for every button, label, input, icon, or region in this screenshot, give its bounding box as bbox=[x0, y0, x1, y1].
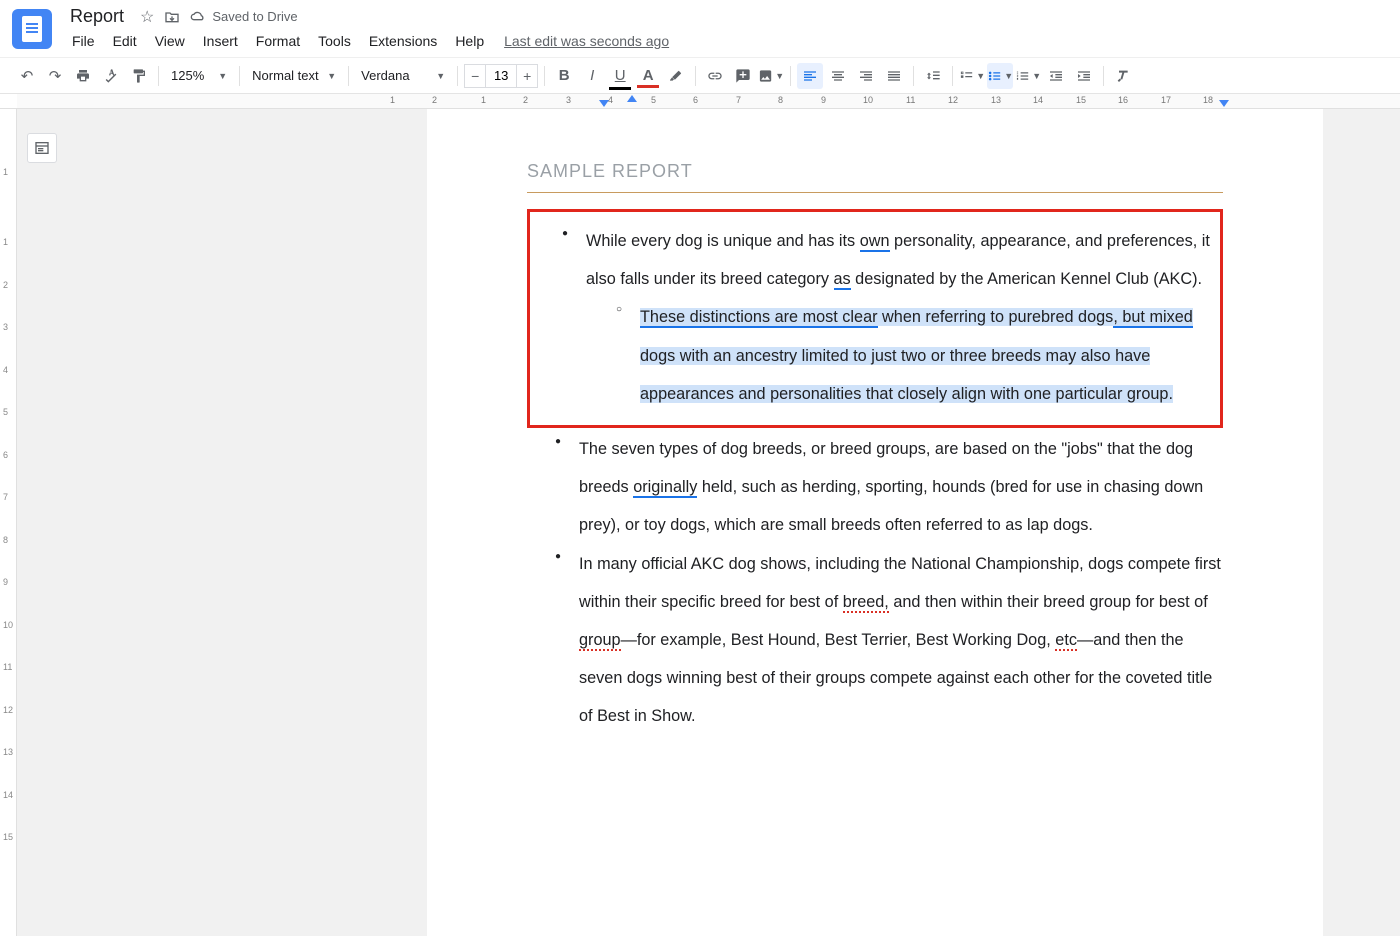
star-icon[interactable]: ☆ bbox=[140, 7, 154, 27]
right-indent-marker[interactable] bbox=[1219, 100, 1229, 107]
align-center-button[interactable] bbox=[825, 63, 851, 89]
last-edit-link[interactable]: Last edit was seconds ago bbox=[504, 33, 669, 49]
highlight-button[interactable] bbox=[663, 63, 689, 89]
vertical-ruler[interactable]: 1 1 2 3 4 5 6 7 8 9 10 11 12 13 14 15 bbox=[0, 109, 17, 936]
font-size-input[interactable] bbox=[486, 64, 516, 88]
style-select[interactable]: Normal text▼ bbox=[246, 68, 342, 83]
line-spacing-button[interactable] bbox=[920, 63, 946, 89]
menu-bar: File Edit View Insert Format Tools Exten… bbox=[64, 29, 669, 53]
spellcheck-button[interactable] bbox=[98, 63, 124, 89]
list-item[interactable]: While every dog is unique and has its ow… bbox=[562, 222, 1216, 413]
menu-tools[interactable]: Tools bbox=[310, 29, 359, 53]
workspace: 1 1 2 3 4 5 6 7 8 9 10 11 12 13 14 15 SA… bbox=[0, 109, 1400, 936]
align-justify-button[interactable] bbox=[881, 63, 907, 89]
indent-increase-button[interactable] bbox=[1071, 63, 1097, 89]
list-item[interactable]: These distinctions are most clear when r… bbox=[616, 298, 1216, 413]
toolbar: ↶ ↷ 125%▼ Normal text▼ Verdana▼ − + B I … bbox=[0, 58, 1400, 94]
docs-logo-icon[interactable] bbox=[12, 9, 52, 49]
menu-file[interactable]: File bbox=[64, 29, 103, 53]
heading-divider bbox=[527, 192, 1223, 193]
bulleted-list-button[interactable]: ▼ bbox=[987, 63, 1013, 89]
indent-decrease-button[interactable] bbox=[1043, 63, 1069, 89]
font-size-stepper: − + bbox=[464, 64, 538, 88]
zoom-select[interactable]: 125%▼ bbox=[165, 68, 233, 83]
undo-button[interactable]: ↶ bbox=[14, 63, 40, 89]
list-item[interactable]: The seven types of dog breeds, or breed … bbox=[555, 430, 1223, 545]
menu-extensions[interactable]: Extensions bbox=[361, 29, 445, 53]
cloud-saved-icon: Saved to Drive bbox=[190, 9, 297, 25]
menu-view[interactable]: View bbox=[147, 29, 193, 53]
clear-formatting-button[interactable] bbox=[1110, 63, 1136, 89]
saved-text: Saved to Drive bbox=[212, 9, 297, 24]
bold-button[interactable]: B bbox=[551, 63, 577, 89]
numbered-list-button[interactable]: ▼ bbox=[1015, 63, 1041, 89]
menu-format[interactable]: Format bbox=[248, 29, 308, 53]
horizontal-ruler[interactable]: 2 1 1 2 3 4 5 6 7 8 9 10 11 12 13 14 15 … bbox=[0, 94, 1400, 109]
document-page[interactable]: SAMPLE REPORT While every dog is unique … bbox=[427, 109, 1323, 936]
paint-format-button[interactable] bbox=[126, 63, 152, 89]
align-left-button[interactable] bbox=[797, 63, 823, 89]
text-color-button[interactable]: A bbox=[635, 63, 661, 89]
redo-button[interactable]: ↷ bbox=[42, 63, 68, 89]
highlighted-region: While every dog is unique and has its ow… bbox=[527, 209, 1223, 428]
insert-image-button[interactable]: ▼ bbox=[758, 63, 784, 89]
app-header: Report ☆ Saved to Drive File Edit View I… bbox=[0, 0, 1400, 58]
insert-link-button[interactable] bbox=[702, 63, 728, 89]
font-size-increase[interactable]: + bbox=[516, 64, 538, 88]
move-icon[interactable] bbox=[164, 9, 180, 25]
menu-help[interactable]: Help bbox=[447, 29, 492, 53]
align-right-button[interactable] bbox=[853, 63, 879, 89]
left-indent-marker[interactable] bbox=[627, 95, 637, 102]
insert-comment-button[interactable] bbox=[730, 63, 756, 89]
first-line-indent-marker[interactable] bbox=[599, 100, 609, 107]
italic-button[interactable]: I bbox=[579, 63, 605, 89]
checklist-button[interactable]: ▼ bbox=[959, 63, 985, 89]
underline-button[interactable]: U bbox=[607, 63, 633, 89]
font-select[interactable]: Verdana▼ bbox=[355, 68, 451, 83]
menu-edit[interactable]: Edit bbox=[105, 29, 145, 53]
doc-title[interactable]: Report bbox=[64, 5, 130, 28]
print-button[interactable] bbox=[70, 63, 96, 89]
outline-toggle-button[interactable] bbox=[27, 133, 57, 163]
font-size-decrease[interactable]: − bbox=[464, 64, 486, 88]
page-title: SAMPLE REPORT bbox=[527, 161, 1223, 182]
menu-insert[interactable]: Insert bbox=[195, 29, 246, 53]
list-item[interactable]: In many official AKC dog shows, includin… bbox=[555, 545, 1223, 736]
